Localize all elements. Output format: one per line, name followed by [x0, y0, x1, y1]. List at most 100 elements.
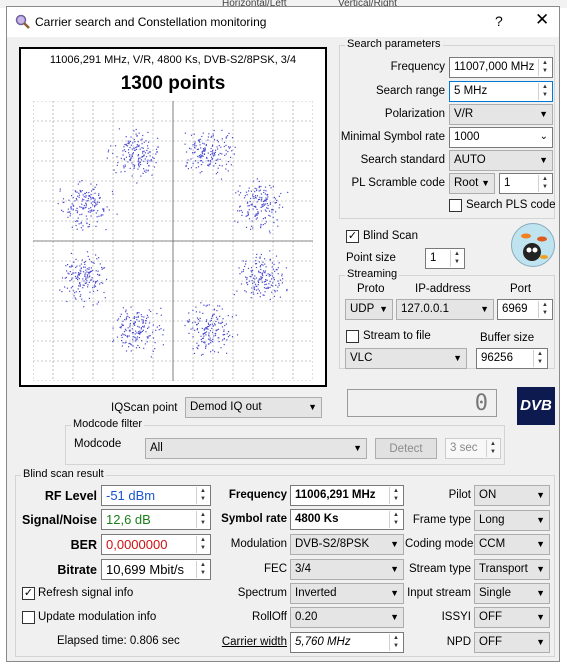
point-size-input[interactable]: 1 ▲ ▼ — [425, 248, 465, 269]
ip-address-select[interactable]: 127.0.0.1 ▼ — [396, 299, 494, 320]
spin-arrows-icon[interactable]: ▲ ▼ — [533, 350, 546, 367]
player-select[interactable]: VLC ▼ — [345, 348, 467, 369]
constellation-point — [146, 341, 148, 343]
constellation-point — [94, 205, 96, 207]
spectrum-select[interactable]: Inverted ▼ — [290, 583, 404, 604]
constellation-point — [258, 261, 260, 263]
pl-scramble-mode-select[interactable]: Root ▼ — [449, 173, 495, 194]
constellation-point — [138, 145, 140, 148]
port-label: Port — [510, 283, 532, 295]
constellation-point — [219, 322, 221, 324]
modulation-select[interactable]: DVB-S2/8PSK ▼ — [290, 534, 404, 555]
constellation-point — [227, 315, 229, 317]
pilot-select[interactable]: ON ▼ — [474, 485, 550, 506]
constellation-point — [71, 277, 73, 279]
constellation-point — [228, 132, 230, 134]
fec-select[interactable]: 3/4 ▼ — [290, 559, 404, 580]
constellation-point — [87, 211, 89, 213]
constellation-point — [77, 217, 79, 219]
polarization-select[interactable]: V/R ▼ — [449, 104, 553, 125]
search-range-input[interactable]: 5 MHz ▲ ▼ — [449, 81, 553, 102]
constellation-point — [131, 328, 133, 330]
constellation-point — [265, 221, 267, 223]
buffer-size-value: 96256 — [481, 352, 513, 364]
constellation-point — [92, 304, 94, 306]
modcode-select[interactable]: All ▼ — [145, 438, 367, 459]
spin-arrows-icon[interactable]: ▲ ▼ — [486, 440, 499, 457]
constellation-point — [132, 152, 134, 154]
input-stream-select[interactable]: Single ▼ — [474, 583, 550, 604]
proto-select[interactable]: UDP ▼ — [345, 299, 393, 320]
constellation-point — [194, 329, 196, 331]
constellation-point — [215, 330, 217, 332]
pl-scramble-code-input[interactable]: 1 ▲ ▼ — [499, 173, 553, 194]
min-symbol-rate-combo[interactable]: 1000 ⌄ — [449, 127, 553, 148]
constellation-point — [125, 309, 127, 311]
constellation-point — [190, 158, 192, 160]
constellation-point — [92, 280, 95, 282]
constellation-point — [207, 139, 209, 141]
constellation-point — [85, 282, 88, 284]
constellation-point — [184, 324, 186, 327]
constellation-point — [240, 283, 243, 285]
update-modulation-checkbox[interactable] — [22, 611, 35, 624]
constellation-point — [282, 278, 284, 280]
stream-type-select[interactable]: Transport ▼ — [474, 559, 550, 580]
iqscan-select[interactable]: Demod IQ out ▼ — [185, 397, 322, 418]
constellation-point — [131, 148, 133, 150]
spin-arrows-icon[interactable]: ▲ ▼ — [538, 175, 551, 192]
constellation-point — [205, 334, 207, 336]
buffer-size-input[interactable]: 96256 ▲ ▼ — [476, 348, 548, 369]
carrier-width-label[interactable]: Carrier width — [213, 636, 287, 648]
pl-scramble-label: PL Scramble code — [351, 177, 445, 189]
constellation-point — [207, 343, 210, 345]
dialog-window: Carrier search and Constellation monitor… — [6, 6, 560, 662]
constellation-point — [260, 193, 262, 195]
elapsed-time: Elapsed time: 0.806 sec — [57, 635, 180, 647]
close-button[interactable]: ✕ — [535, 10, 549, 30]
refresh-signal-checkbox[interactable]: ✓ — [22, 587, 35, 600]
search-standard-select[interactable]: AUTO ▼ — [449, 150, 553, 171]
modulation-value: DVB-S2/8PSK — [295, 538, 370, 550]
constellation-point — [236, 290, 238, 292]
detect-time-input[interactable]: 3 sec ▲ ▼ — [445, 438, 501, 459]
constellation-point — [269, 203, 271, 205]
constellation-point — [122, 154, 124, 156]
spin-arrows-icon[interactable]: ▲ ▼ — [538, 301, 551, 318]
coding-mode-select[interactable]: CCM ▼ — [474, 534, 550, 555]
constellation-point — [267, 194, 269, 196]
frequency-input[interactable]: 11007,000 MHz ▲ ▼ — [449, 57, 553, 78]
constellation-point — [211, 135, 213, 137]
constellation-point — [139, 330, 141, 332]
help-button[interactable]: ? — [495, 13, 503, 29]
port-input[interactable]: 6969 ▲ ▼ — [497, 299, 553, 320]
npd-select[interactable]: OFF ▼ — [474, 632, 550, 653]
search-pls-checkbox[interactable] — [449, 199, 462, 212]
constellation-point — [75, 298, 77, 300]
constellation-point — [278, 284, 280, 286]
rolloff-select[interactable]: 0.20 ▼ — [290, 607, 404, 628]
stream-to-file-checkbox[interactable] — [346, 330, 359, 343]
constellation-point — [212, 349, 214, 351]
dropdown-arrow-icon: ▼ — [353, 443, 362, 453]
blind-scan-checkbox[interactable]: ✓ — [346, 230, 359, 243]
constellation-point — [83, 261, 85, 263]
constellation-point — [195, 311, 197, 313]
constellation-point — [256, 195, 259, 197]
detect-button[interactable]: Detect — [375, 438, 437, 459]
constellation-point — [195, 160, 197, 162]
constellation-point — [263, 204, 265, 206]
spin-arrows-icon[interactable]: ▲ ▼ — [538, 83, 551, 100]
ber-field: 0,0000000 ▲ ▼ — [101, 534, 211, 555]
constellation-point — [205, 331, 208, 333]
constellation-point — [234, 220, 236, 222]
spin-arrows-icon[interactable]: ▲ ▼ — [538, 59, 551, 76]
issyi-select[interactable]: OFF ▼ — [474, 607, 550, 628]
constellation-point — [80, 227, 82, 229]
constellation-point — [80, 221, 82, 223]
constellation-point — [120, 171, 122, 173]
constellation-point — [77, 183, 79, 185]
frame-type-select[interactable]: Long ▼ — [474, 510, 550, 531]
constellation-point — [262, 224, 264, 226]
spin-arrows-icon[interactable]: ▲ ▼ — [450, 250, 463, 267]
